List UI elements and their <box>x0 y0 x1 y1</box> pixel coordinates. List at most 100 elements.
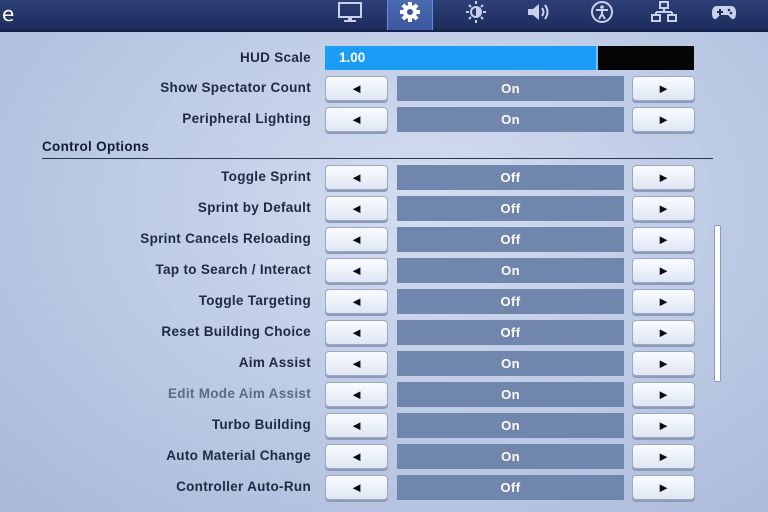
controller-icon <box>711 1 737 28</box>
right-arrow-icon: ► <box>657 294 670 309</box>
previous-option-button[interactable]: ◄ <box>325 444 388 469</box>
setting-label: Aim Assist <box>238 355 311 370</box>
setting-row-turbo-building: Turbo Building ◄ On ► <box>0 413 768 439</box>
setting-row-toggle-targeting: Toggle Targeting ◄ Off ► <box>0 289 768 315</box>
game-tab[interactable] <box>387 0 433 30</box>
left-arrow-icon: ◄ <box>350 263 363 278</box>
setting-label: Tap to Search / Interact <box>155 262 311 277</box>
previous-option-button[interactable]: ◄ <box>325 165 388 190</box>
right-arrow-icon: ► <box>657 418 670 433</box>
previous-option-button[interactable]: ◄ <box>325 382 388 407</box>
right-arrow-icon: ► <box>657 81 670 96</box>
next-option-button[interactable]: ► <box>632 444 695 469</box>
right-arrow-icon: ► <box>657 480 670 495</box>
previous-option-button[interactable]: ◄ <box>325 196 388 221</box>
right-arrow-icon: ► <box>657 356 670 371</box>
left-arrow-icon: ◄ <box>350 418 363 433</box>
brightness-tab[interactable] <box>456 0 496 28</box>
next-option-button[interactable]: ► <box>632 258 695 283</box>
scrollbar-thumb[interactable] <box>714 225 721 382</box>
setting-row-peripheral-lighting: Peripheral Lighting ◄ On ► <box>0 107 768 133</box>
setting-row-edit-mode-aim-assist: Edit Mode Aim Assist ◄ On ► <box>0 382 768 408</box>
left-arrow-icon: ◄ <box>350 325 363 340</box>
next-option-button[interactable]: ► <box>632 227 695 252</box>
left-arrow-icon: ◄ <box>350 81 363 96</box>
setting-label: Toggle Targeting <box>198 293 311 308</box>
right-arrow-icon: ► <box>657 112 670 127</box>
right-arrow-icon: ► <box>657 387 670 402</box>
left-arrow-icon: ◄ <box>350 232 363 247</box>
right-arrow-icon: ► <box>657 170 670 185</box>
previous-option-button[interactable]: ◄ <box>325 320 388 345</box>
previous-option-button[interactable]: ◄ <box>325 351 388 376</box>
setting-label: Auto Material Change <box>166 448 311 463</box>
top-navigation-bar: e <box>0 0 768 32</box>
left-arrow-icon: ◄ <box>350 112 363 127</box>
left-arrow-icon: ◄ <box>350 480 363 495</box>
next-option-button[interactable]: ► <box>632 413 695 438</box>
left-arrow-icon: ◄ <box>350 387 363 402</box>
next-option-button[interactable]: ► <box>632 165 695 190</box>
gear-icon <box>397 1 423 28</box>
setting-label: Toggle Sprint <box>221 169 311 184</box>
next-option-button[interactable]: ► <box>632 320 695 345</box>
previous-option-button[interactable]: ◄ <box>325 475 388 500</box>
speaker-icon <box>525 1 551 28</box>
previous-option-button[interactable]: ◄ <box>325 227 388 252</box>
setting-row-show-spectator-count: Show Spectator Count ◄ On ► <box>0 76 768 102</box>
setting-value: Off <box>397 196 624 221</box>
setting-value: On <box>397 351 624 376</box>
network-icon <box>651 0 677 28</box>
accessibility-icon <box>589 0 615 28</box>
setting-label: Reset Building Choice <box>161 324 311 339</box>
setting-value: On <box>397 444 624 469</box>
hud-scale-slider[interactable]: 1.00 <box>325 46 694 70</box>
setting-value: On <box>397 76 624 101</box>
brightness-icon <box>463 0 489 28</box>
previous-option-button[interactable]: ◄ <box>325 413 388 438</box>
setting-label: HUD Scale <box>240 50 311 65</box>
next-option-button[interactable]: ► <box>632 76 695 101</box>
previous-option-button[interactable]: ◄ <box>325 258 388 283</box>
next-option-button[interactable]: ► <box>632 382 695 407</box>
next-option-button[interactable]: ► <box>632 289 695 314</box>
previous-option-button[interactable]: ◄ <box>325 76 388 101</box>
left-arrow-icon: ◄ <box>350 170 363 185</box>
hud-scale-slider-fill <box>325 46 598 70</box>
next-option-button[interactable]: ► <box>632 196 695 221</box>
setting-label: Sprint by Default <box>197 200 311 215</box>
previous-option-button[interactable]: ◄ <box>325 107 388 132</box>
setting-value: Off <box>397 227 624 252</box>
left-arrow-icon: ◄ <box>350 294 363 309</box>
next-option-button[interactable]: ► <box>632 475 695 500</box>
next-option-button[interactable]: ► <box>632 107 695 132</box>
input-tab[interactable] <box>644 0 684 28</box>
setting-label: Peripheral Lighting <box>182 111 311 126</box>
setting-row-sprint-cancels-reloading: Sprint Cancels Reloading ◄ Off ► <box>0 227 768 253</box>
section-title-control-options: Control Options <box>42 139 150 154</box>
setting-label: Edit Mode Aim Assist <box>167 386 311 401</box>
display-tab[interactable] <box>330 0 370 28</box>
setting-value: Off <box>397 475 624 500</box>
audio-tab[interactable] <box>518 0 558 28</box>
next-option-button[interactable]: ► <box>632 351 695 376</box>
controller-tab[interactable] <box>704 0 744 28</box>
left-arrow-icon: ◄ <box>350 201 363 216</box>
setting-value: On <box>397 382 624 407</box>
accessibility-tab[interactable] <box>582 0 622 28</box>
left-arrow-icon: ◄ <box>350 449 363 464</box>
setting-row-controller-auto-run: Controller Auto-Run ◄ Off ► <box>0 475 768 501</box>
right-arrow-icon: ► <box>657 449 670 464</box>
right-arrow-icon: ► <box>657 263 670 278</box>
setting-value: Off <box>397 289 624 314</box>
section-divider <box>42 158 713 159</box>
setting-label: Sprint Cancels Reloading <box>140 231 311 246</box>
right-arrow-icon: ► <box>657 201 670 216</box>
setting-row-sprint-by-default: Sprint by Default ◄ Off ► <box>0 196 768 222</box>
setting-label: Turbo Building <box>211 417 311 432</box>
setting-value: On <box>397 258 624 283</box>
monitor-icon <box>337 1 363 28</box>
previous-option-button[interactable]: ◄ <box>325 289 388 314</box>
window-title-fragment: e <box>2 2 15 26</box>
setting-value: Off <box>397 320 624 345</box>
